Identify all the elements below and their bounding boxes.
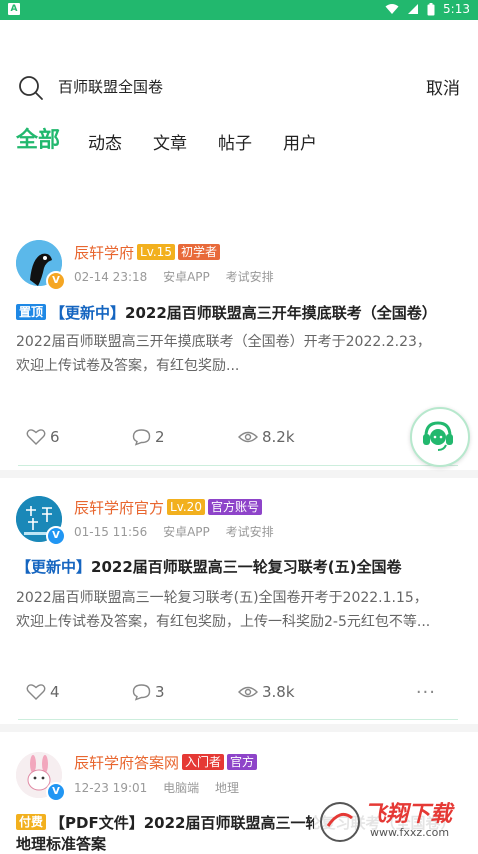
- view-stat: 8.2k: [238, 428, 295, 446]
- official-badge: 官方: [227, 754, 258, 770]
- title-text: 2022届百师联盟高三开年摸底联考（全国卷）: [125, 304, 437, 322]
- divider: [0, 724, 478, 732]
- post-excerpt[interactable]: 2022届百师联盟高三开年摸底联考（全国卷）开考于2022.2.23， 欢迎上传…: [16, 330, 456, 378]
- heart-icon: [26, 684, 46, 700]
- like-count: 6: [50, 428, 60, 446]
- author-name[interactable]: 辰轩学府官方: [74, 499, 164, 517]
- green-separator: [18, 465, 458, 466]
- post-author-row: 辰轩学府官方 Lv.20 官方账号: [74, 497, 262, 518]
- app-notification-icon: A: [8, 3, 20, 15]
- post-time: 12-23 19:01: [74, 781, 148, 795]
- pinned-badge: 置顶: [16, 304, 47, 320]
- post-platform: 电脑端: [163, 781, 200, 795]
- more-options-button[interactable]: ···: [416, 682, 436, 703]
- divider: [0, 470, 478, 478]
- excerpt-line: 欢迎上传试卷及答案，有红包奖励，上传一科奖励2-5元红包不等...: [16, 614, 431, 630]
- status-right: 5:13: [385, 2, 470, 16]
- excerpt-line: 2022届百师联盟高三一轮复习联考(五)全国卷开考于2022.1.15，: [16, 590, 428, 606]
- watermark-logo-icon: [320, 802, 360, 842]
- excerpt-line: 欢迎上传试卷及答案，有红包奖励...: [16, 358, 240, 374]
- post-title[interactable]: 置顶 【更新中】2022届百师联盟高三开年摸底联考（全国卷）: [16, 302, 462, 323]
- paid-badge: 付费: [16, 814, 47, 830]
- role-badge: 入门者: [182, 754, 225, 770]
- clock: 5:13: [443, 2, 470, 16]
- signal-icon: [408, 4, 419, 14]
- wifi-icon: [385, 4, 399, 14]
- post-category[interactable]: 地理: [215, 781, 239, 795]
- view-count: 8.2k: [262, 428, 295, 446]
- post-platform: 安卓APP: [163, 525, 210, 539]
- eye-icon: [238, 431, 258, 443]
- comment-icon: [132, 429, 151, 446]
- tab-all[interactable]: 全部: [16, 122, 60, 154]
- verified-icon: V: [46, 271, 66, 291]
- post-meta: 01-15 11:56 安卓APP 考试安排: [74, 523, 286, 540]
- battery-icon: [427, 2, 435, 15]
- excerpt-line: 2022届百师联盟高三开年摸底联考（全国卷）开考于2022.2.23，: [16, 334, 431, 350]
- tab-dynamics[interactable]: 动态: [88, 129, 122, 154]
- site-watermark: 飞翔下载 www.fxxz.com: [314, 792, 478, 851]
- green-separator: [18, 719, 458, 720]
- post-meta: 12-23 19:01 电脑端 地理: [74, 779, 251, 796]
- verified-icon: V: [46, 782, 66, 802]
- verified-icon: V: [46, 526, 66, 546]
- tab-posts[interactable]: 帖子: [218, 129, 252, 154]
- headset-icon: [423, 421, 453, 451]
- search-bar: 百师联盟全国卷 取消: [0, 62, 478, 110]
- post-category[interactable]: 考试安排: [226, 270, 274, 284]
- title-highlight: 【更新中】: [50, 304, 126, 322]
- like-button[interactable]: 4: [26, 683, 60, 701]
- post-time: 01-15 11:56: [74, 525, 148, 539]
- role-badge: 官方账号: [207, 499, 262, 515]
- title-text: 2022届百师联盟高三一轮复习联考(五)全国卷: [91, 558, 402, 576]
- like-count: 4: [50, 683, 60, 701]
- like-button[interactable]: 6: [26, 428, 60, 446]
- comment-icon: [132, 684, 151, 701]
- post-platform: 安卓APP: [163, 270, 210, 284]
- filter-tabs: 全部 动态 文章 帖子 用户: [16, 118, 348, 154]
- comment-count: 2: [155, 428, 165, 446]
- title-highlight: 【更新中】: [16, 558, 92, 576]
- post-stats: 6 2 8.2k: [26, 428, 456, 450]
- role-badge: 初学者: [177, 244, 220, 260]
- search-input[interactable]: 百师联盟全国卷: [58, 76, 163, 97]
- post-meta: 02-14 23:18 安卓APP 考试安排: [74, 268, 286, 285]
- comment-button[interactable]: 2: [132, 428, 165, 446]
- post-title[interactable]: 【更新中】2022届百师联盟高三一轮复习联考(五)全国卷: [16, 556, 462, 577]
- post-author-row: 辰轩学府 Lv.15 初学者: [74, 242, 220, 263]
- status-bar: A 5:13: [0, 0, 478, 20]
- post-author-row: 辰轩学府答案网 入门者 官方: [74, 752, 258, 773]
- customer-service-button[interactable]: [410, 407, 470, 467]
- comment-count: 3: [155, 683, 165, 701]
- author-name[interactable]: 辰轩学府答案网: [74, 754, 179, 772]
- level-badge: Lv.15: [137, 244, 175, 260]
- comment-button[interactable]: 3: [132, 683, 165, 701]
- heart-icon: [26, 429, 46, 445]
- post-stats: 4 3 3.8k: [26, 683, 456, 705]
- tab-articles[interactable]: 文章: [153, 129, 187, 154]
- eye-icon: [238, 686, 258, 698]
- view-stat: 3.8k: [238, 683, 295, 701]
- tab-users[interactable]: 用户: [283, 129, 317, 154]
- watermark-title: 飞翔下载: [364, 802, 453, 827]
- post-excerpt[interactable]: 2022届百师联盟高三一轮复习联考(五)全国卷开考于2022.1.15， 欢迎上…: [16, 586, 456, 634]
- view-count: 3.8k: [262, 683, 295, 701]
- post-time: 02-14 23:18: [74, 270, 148, 284]
- search-icon[interactable]: [18, 75, 44, 101]
- watermark-url: www.fxxz.com: [370, 826, 450, 839]
- cancel-button[interactable]: 取消: [426, 74, 460, 99]
- level-badge: Lv.20: [167, 499, 205, 515]
- author-name[interactable]: 辰轩学府: [74, 244, 134, 262]
- post-category[interactable]: 考试安排: [226, 525, 274, 539]
